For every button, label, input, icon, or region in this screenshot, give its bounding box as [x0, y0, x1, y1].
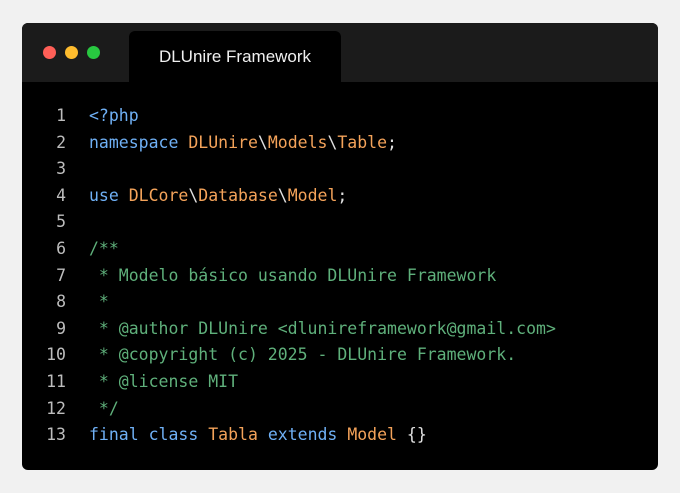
line-source: final class Tabla extends Model {} — [89, 422, 427, 449]
code-token: \ — [188, 185, 199, 205]
code-token: * Modelo básico usando DLUnire Framework — [89, 265, 497, 285]
code-token: * @license MIT — [89, 371, 239, 391]
code-token: DLUnire — [188, 132, 258, 152]
code-token: use — [89, 185, 129, 205]
line-number: 8 — [56, 292, 66, 312]
line-source: * @copyright (c) 2025 - DLUnire Framewor… — [89, 342, 516, 369]
code-line: 12 */ — [22, 396, 658, 423]
line-number: 2 — [56, 132, 66, 152]
line-source: use DLCore\Database\Model; — [89, 183, 347, 210]
editor-tab[interactable]: DLUnire Framework — [129, 31, 341, 82]
close-window-button[interactable] — [43, 46, 56, 59]
line-number: 4 — [56, 185, 66, 205]
code-token: namespace — [89, 132, 189, 152]
tab-title: DLUnire Framework — [158, 47, 312, 66]
code-token: * @author DLUnire <dlunireframework@gmai… — [89, 318, 556, 338]
code-token: <?php — [89, 106, 139, 125]
code-token: {} — [406, 425, 427, 445]
line-source: namespace DLUnire\Models\Table; — [89, 130, 397, 157]
code-token: /** — [89, 238, 119, 258]
code-window: DLUnire Framework 1 <?php 2 namespace DLUni… — [22, 23, 658, 470]
code-token: Models — [267, 132, 328, 152]
line-number: 6 — [56, 238, 66, 258]
code-token: \ — [277, 185, 288, 205]
code-line: 3 — [22, 156, 658, 183]
code-line: 7 * Modelo básico usando DLUnire Framewo… — [22, 263, 658, 290]
code-line: 2 namespace DLUnire\Models\Table; — [22, 130, 658, 157]
code-line: 5 — [22, 209, 658, 236]
code-token: final — [89, 425, 149, 445]
line-number: 9 — [56, 318, 66, 338]
code-token: Model — [347, 425, 407, 445]
code-token: \ — [327, 132, 338, 152]
code-token: Database — [198, 185, 278, 205]
maximize-window-button[interactable] — [87, 46, 100, 59]
code-token: * @copyright (c) 2025 - DLUnire Framewor… — [89, 345, 517, 365]
line-number: 12 — [46, 398, 66, 418]
code-line: 4 use DLCore\Database\Model; — [22, 183, 658, 210]
code-token: */ — [89, 398, 119, 418]
line-source: /** — [89, 236, 119, 263]
line-source: <?php — [89, 103, 139, 130]
line-number: 11 — [46, 371, 66, 391]
line-source: */ — [89, 396, 119, 423]
code-token: ; — [337, 185, 348, 205]
line-number: 7 — [56, 265, 66, 285]
code-token: Tabla — [208, 425, 268, 445]
code-line: 10 * @copyright (c) 2025 - DLUnire Frame… — [22, 342, 658, 369]
line-source: * @author DLUnire <dlunireframework@gmai… — [89, 316, 556, 343]
code-token: \ — [257, 132, 268, 152]
code-editor: 1 <?php 2 namespace DLUnire\Models\Table; 3 4… — [22, 103, 658, 449]
code-token: class — [148, 425, 209, 445]
line-source: * — [89, 289, 109, 316]
line-number: 3 — [56, 159, 66, 179]
code-token: Table — [337, 132, 388, 152]
code-line: 6 /** — [22, 236, 658, 263]
line-number: 1 — [56, 106, 66, 125]
code-line: 9 * @author DLUnire <dlunireframework@gm… — [22, 316, 658, 343]
minimize-window-button[interactable] — [65, 46, 78, 59]
code-line: 8 * — [22, 289, 658, 316]
code-token: ; — [387, 132, 397, 152]
line-source: * @license MIT — [89, 369, 238, 396]
line-number: 5 — [56, 212, 66, 232]
code-token: DLCore — [128, 185, 189, 205]
line-number: 10 — [46, 345, 66, 365]
code-token: extends — [267, 425, 348, 445]
code-line: 11 * @license MIT — [22, 369, 658, 396]
line-source: * Modelo básico usando DLUnire Framework — [89, 263, 496, 290]
line-number: 13 — [46, 425, 66, 445]
title-bar: DLUnire Framework — [22, 23, 658, 82]
code-token: * — [89, 292, 109, 312]
code-line: 1 <?php — [22, 103, 658, 130]
code-token: Model — [287, 185, 338, 205]
code-line: 13 final class Tabla extends Model {} — [22, 422, 658, 449]
